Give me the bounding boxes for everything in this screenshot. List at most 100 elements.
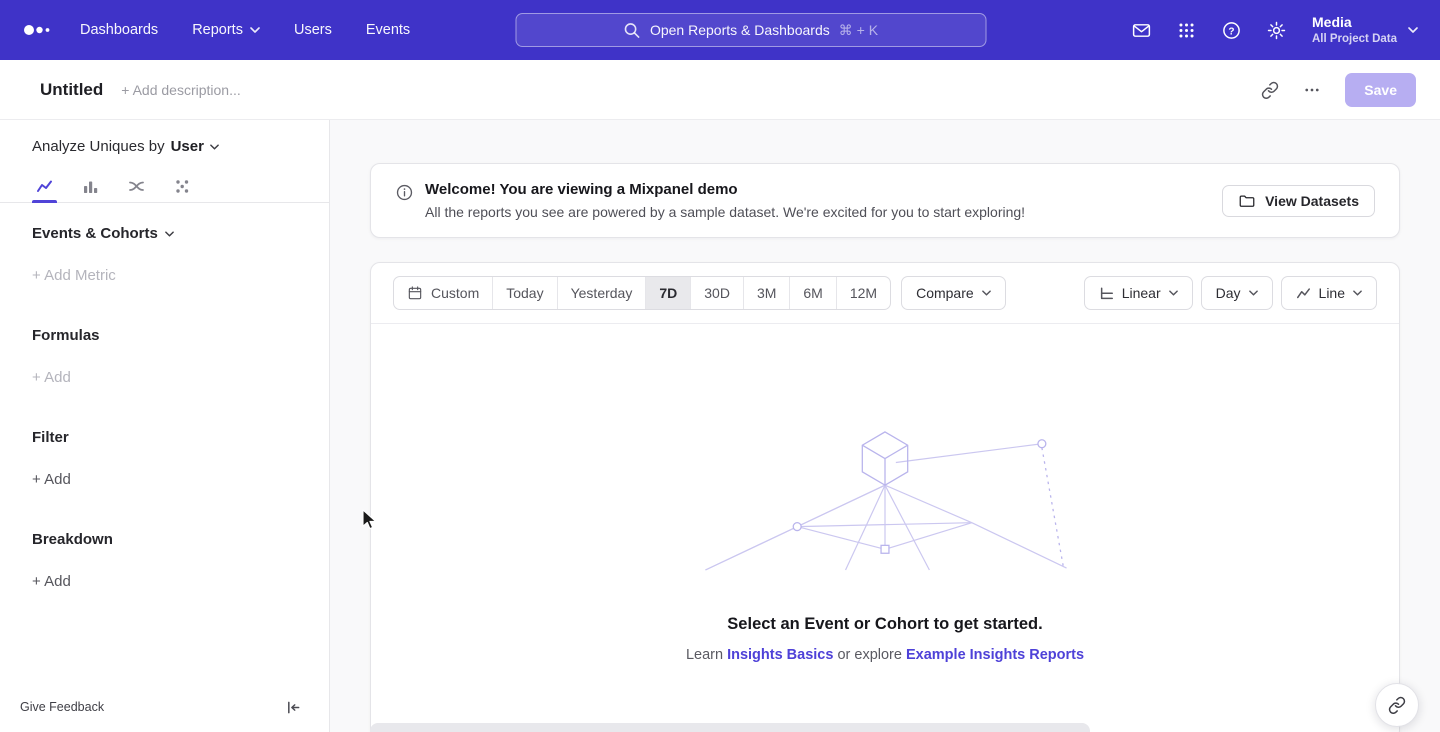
view-datasets-button[interactable]: View Datasets: [1222, 185, 1375, 217]
compare-button[interactable]: Compare: [901, 276, 1006, 310]
analyze-row: Analyze Uniques by User: [0, 120, 329, 170]
global-search[interactable]: Open Reports & Dashboards ⌘ + K: [516, 13, 987, 47]
chevron-down-icon: [1249, 290, 1258, 296]
range-3m[interactable]: 3M: [743, 277, 789, 309]
chevron-down-icon: [982, 290, 991, 296]
linear-scale-icon: [1099, 286, 1114, 301]
apps-grid-button[interactable]: [1171, 15, 1201, 45]
add-metric-button[interactable]: + Add Metric: [32, 267, 297, 285]
chevron-down-icon: [1353, 290, 1362, 296]
tab-flow-chart[interactable]: [124, 170, 149, 202]
link-icon: [1388, 696, 1406, 714]
search-shortcut: ⌘ + K: [839, 22, 878, 39]
mail-icon: [1131, 20, 1152, 41]
settings-button[interactable]: [1261, 15, 1291, 45]
ellipsis-icon: [1303, 81, 1321, 99]
search-placeholder: Open Reports & Dashboards: [650, 22, 830, 38]
report-description-placeholder[interactable]: + Add description...: [121, 82, 240, 98]
sidebar: Analyze Uniques by User Events & Cohorts: [0, 120, 330, 732]
grid-dots-icon: [1177, 21, 1196, 40]
share-link-fab[interactable]: [1375, 683, 1419, 727]
range-30d[interactable]: 30D: [690, 277, 743, 309]
date-range-picker: Custom Today Yesterday 7D 30D 3M 6M 12M: [393, 276, 891, 310]
mixpanel-logo-icon: [22, 23, 56, 37]
search-icon: [624, 22, 641, 39]
example-insights-reports-link[interactable]: Example Insights Reports: [906, 647, 1084, 663]
add-formula-button[interactable]: + Add: [32, 369, 297, 387]
main-nav: Dashboards Reports Users Events: [80, 22, 410, 38]
chevron-down-icon: [1169, 290, 1178, 296]
tab-bar-chart[interactable]: [78, 170, 103, 202]
project-switcher[interactable]: Media All Project Data: [1312, 13, 1418, 46]
add-breakdown-button[interactable]: + Add: [32, 573, 297, 591]
chevron-down-icon: [210, 144, 219, 150]
filter-section-header: Filter: [32, 429, 297, 447]
analyze-prefix: Analyze Uniques by: [32, 137, 165, 156]
help-icon: ?: [1221, 20, 1242, 41]
top-navbar: Dashboards Reports Users Events Open Rep…: [0, 0, 1440, 60]
add-filter-button[interactable]: + Add: [32, 471, 297, 489]
chart-type-dropdown[interactable]: Line: [1281, 276, 1377, 310]
range-custom[interactable]: Custom: [394, 277, 492, 309]
range-6m[interactable]: 6M: [789, 277, 835, 309]
report-title[interactable]: Untitled: [40, 80, 103, 100]
chart-toolbar: Custom Today Yesterday 7D 30D 3M 6M 12M …: [371, 263, 1399, 324]
events-cohorts-section-header[interactable]: Events & Cohorts: [32, 225, 297, 243]
copy-link-button[interactable]: [1253, 73, 1287, 107]
breakdown-section-header: Breakdown: [32, 531, 297, 549]
scale-dropdown[interactable]: Linear: [1084, 276, 1193, 310]
give-feedback-link[interactable]: Give Feedback: [20, 700, 104, 714]
range-today[interactable]: Today: [492, 277, 556, 309]
chart-empty-state: Select an Event or Cohort to get started…: [371, 324, 1399, 732]
chevron-down-icon: [250, 27, 260, 33]
empty-state-title: Select an Event or Cohort to get started…: [727, 614, 1042, 634]
collapse-sidebar-button[interactable]: [281, 695, 305, 719]
empty-state-links: Learn Insights Basics or explore Example…: [686, 647, 1084, 663]
link-icon: [1261, 81, 1279, 99]
save-button[interactable]: Save: [1345, 73, 1416, 107]
gear-icon: [1266, 20, 1287, 41]
line-chart-icon: [36, 178, 53, 195]
line-chart-icon: [1296, 286, 1311, 301]
banner-title: Welcome! You are viewing a Mixpanel demo: [425, 180, 1025, 199]
collapse-left-icon: [286, 700, 301, 715]
nav-users[interactable]: Users: [294, 22, 332, 38]
nav-reports[interactable]: Reports: [192, 22, 260, 38]
analyze-entity-dropdown[interactable]: User: [171, 137, 219, 156]
calendar-icon: [407, 285, 423, 301]
sidebar-footer: Give Feedback: [0, 690, 329, 732]
info-icon: [395, 183, 414, 202]
scatter-chart-icon: [174, 178, 191, 195]
chevron-down-icon: [1408, 27, 1418, 33]
chevron-down-icon: [165, 231, 174, 237]
empty-state-illustration: [695, 424, 1075, 572]
tab-line-chart[interactable]: [32, 170, 57, 202]
svg-text:?: ?: [1228, 26, 1234, 37]
range-yesterday[interactable]: Yesterday: [557, 277, 646, 309]
visualization-tabs: [0, 170, 329, 203]
chart-card: Custom Today Yesterday 7D 30D 3M 6M 12M …: [370, 262, 1400, 732]
nav-dashboards[interactable]: Dashboards: [80, 22, 158, 38]
main-content: Welcome! You are viewing a Mixpanel demo…: [330, 120, 1440, 732]
help-button[interactable]: ?: [1216, 15, 1246, 45]
welcome-banner: Welcome! You are viewing a Mixpanel demo…: [370, 163, 1400, 238]
horizontal-scrollbar[interactable]: [370, 723, 1090, 732]
messages-button[interactable]: [1126, 15, 1156, 45]
project-name: Media: [1312, 13, 1397, 31]
formulas-section-header: Formulas: [32, 327, 297, 345]
nav-events[interactable]: Events: [366, 22, 410, 38]
navbar-right: ? Media All Project Data: [1126, 13, 1418, 46]
banner-subtitle: All the reports you see are powered by a…: [425, 203, 1025, 221]
report-header: Untitled + Add description... Save: [0, 60, 1440, 120]
folder-icon: [1238, 192, 1256, 210]
bar-chart-icon: [82, 178, 99, 195]
range-7d[interactable]: 7D: [645, 277, 690, 309]
tab-scatter-chart[interactable]: [170, 170, 195, 202]
flow-chart-icon: [128, 178, 145, 195]
more-options-button[interactable]: [1295, 73, 1329, 107]
insights-basics-link[interactable]: Insights Basics: [727, 647, 833, 663]
interval-dropdown[interactable]: Day: [1201, 276, 1273, 310]
project-scope: All Project Data: [1312, 32, 1397, 47]
mixpanel-logo[interactable]: [22, 23, 64, 37]
range-12m[interactable]: 12M: [836, 277, 890, 309]
